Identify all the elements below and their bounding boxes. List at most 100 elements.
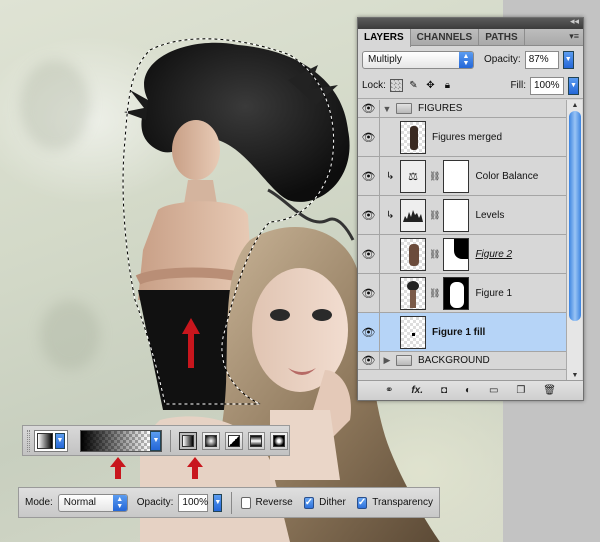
fill-dropdown-button[interactable]: ▼: [568, 76, 579, 95]
layers-panel: ◂◂ LAYERS CHANNELS PATHS ▾≡ Multiply ▲ ▼ …: [357, 16, 584, 401]
opacity-input[interactable]: 100%: [178, 493, 209, 512]
layer-name: Figures merged: [432, 131, 503, 143]
reflected-gradient-button[interactable]: [247, 431, 266, 450]
histogram-icon: [400, 198, 426, 232]
divider: [231, 491, 233, 514]
layer-name: Figure 2: [475, 248, 513, 260]
add-mask-icon[interactable]: ◘: [441, 385, 447, 396]
panel-tabs: LAYERS CHANNELS PATHS ▾≡: [358, 29, 583, 47]
scroll-up-icon[interactable]: ▲: [567, 100, 583, 110]
chevron-down-icon: ▼: [55, 432, 65, 449]
opacity-input[interactable]: 87%: [524, 50, 559, 69]
collapse-icon[interactable]: ◂◂: [570, 16, 579, 27]
dither-checkbox[interactable]: ✓: [303, 496, 315, 509]
gradient-options-bar: Mode: Normal ▲ ▼ Opacity: 100% ▼ Reverse …: [18, 487, 440, 518]
chain-link-icon[interactable]: ⛓︎: [429, 210, 440, 221]
updown-icon: ▲ ▼: [112, 494, 127, 511]
eye-icon[interactable]: 👁︎: [358, 274, 380, 312]
panel-title-bar[interactable]: ◂◂: [358, 16, 583, 29]
eye-icon[interactable]: 👁︎: [358, 313, 380, 351]
reverse-label: Reverse: [255, 497, 293, 508]
layer-name: Color Balance: [475, 170, 539, 182]
scroll-down-icon[interactable]: ▼: [567, 370, 583, 380]
layer-row[interactable]: 👁︎ ⛓︎ Figure 2: [358, 235, 566, 274]
chain-link-icon[interactable]: ⛓︎: [429, 171, 440, 182]
blend-row: Multiply ▲ ▼ Opacity: 87% ▼: [358, 46, 583, 73]
chain-link-icon[interactable]: ⛓︎: [429, 288, 440, 299]
layer-thumbnail: [400, 237, 426, 271]
layer-row[interactable]: 👁︎ ↳ ⛓︎ Levels: [358, 196, 566, 235]
tool-preset-button[interactable]: ▼: [33, 429, 68, 452]
diamond-gradient-button[interactable]: [270, 431, 288, 450]
new-layer-icon[interactable]: ❐: [516, 385, 525, 396]
chevron-right-icon[interactable]: ▶: [380, 355, 394, 366]
chain-link-icon[interactable]: ⛓︎: [429, 249, 440, 260]
layer-row[interactable]: 👁︎ ⛓︎ Figure 1: [358, 274, 566, 313]
opacity-dropdown-button[interactable]: ▼: [562, 50, 574, 69]
chevron-down-icon[interactable]: ▼: [150, 430, 162, 451]
move-icon[interactable]: ✥: [424, 79, 437, 92]
link-layers-icon[interactable]: ⚭: [385, 385, 393, 396]
layer-mask-thumbnail[interactable]: [443, 276, 470, 310]
layer-name: Levels: [475, 209, 505, 221]
reverse-checkbox[interactable]: [241, 496, 251, 509]
mode-value: Normal: [63, 497, 97, 508]
layer-thumbnail: [400, 315, 426, 349]
texture-stain: [40, 300, 100, 370]
scale-icon: ⚖︎: [400, 159, 426, 193]
layer-row[interactable]: 👁︎ Figures merged: [358, 118, 566, 157]
brush-icon[interactable]: ✎: [407, 79, 420, 92]
tab-channels[interactable]: CHANNELS: [411, 29, 480, 45]
eye-icon[interactable]: 👁︎: [358, 235, 380, 273]
updown-icon: ▲ ▼: [459, 51, 473, 68]
clipping-arrow-icon: ↳: [386, 209, 395, 221]
transparency-checkbox[interactable]: ✓: [356, 496, 368, 509]
gradient-tool-icon: [36, 432, 54, 449]
blend-mode-select[interactable]: Multiply ▲ ▼: [362, 50, 474, 69]
layer-thumbnail: [400, 276, 426, 310]
gradient-toolbar: ▼ ▼: [22, 425, 290, 456]
transparency-label: Transparency: [372, 497, 433, 508]
linear-gradient-button[interactable]: [179, 431, 198, 450]
fill-label: Fill:: [510, 80, 526, 91]
opacity-dropdown-button[interactable]: ▼: [213, 493, 223, 512]
new-group-icon[interactable]: ▭: [489, 385, 498, 396]
panel-menu-icon[interactable]: ▾≡: [569, 31, 579, 42]
clipping-arrow-icon: ↳: [386, 170, 395, 182]
eye-icon[interactable]: 👁︎: [358, 196, 380, 234]
toolbar-grip[interactable]: [27, 429, 30, 452]
eye-icon[interactable]: 👁︎: [358, 118, 380, 156]
gradient-preview[interactable]: [80, 430, 151, 451]
lock-transparent-icon[interactable]: [389, 79, 403, 92]
opacity-label: Opacity:: [484, 54, 521, 65]
gradient-picker[interactable]: ▼: [79, 429, 163, 452]
eye-icon[interactable]: 👁︎: [358, 157, 380, 195]
eye-icon[interactable]: 👁︎: [358, 352, 380, 369]
radial-gradient-button[interactable]: [202, 431, 220, 450]
layer-name: Figure 1: [475, 287, 513, 299]
scrollbar-thumb[interactable]: [569, 111, 581, 321]
mode-select[interactable]: Normal ▲ ▼: [57, 493, 128, 512]
red-arrow-up: [110, 457, 126, 479]
layer-mask-thumbnail[interactable]: [443, 159, 470, 193]
layer-row[interactable]: 👁︎ ▼ FIGURES: [358, 100, 566, 118]
trash-icon[interactable]: 🗑︎: [543, 385, 556, 396]
layer-row[interactable]: 👁︎ Figure 1 fill: [358, 313, 566, 352]
folder-icon: [396, 355, 412, 366]
lock-icon[interactable]: 🔒︎: [441, 79, 454, 92]
layer-style-icon[interactable]: fx.: [411, 385, 423, 396]
layers-scrollbar[interactable]: ▲ ▼: [566, 100, 582, 380]
mode-label: Mode:: [25, 497, 53, 508]
fill-input[interactable]: 100%: [530, 76, 564, 95]
angle-gradient-button[interactable]: [224, 431, 243, 450]
chevron-down-icon[interactable]: ▼: [380, 104, 394, 114]
tab-layers[interactable]: LAYERS: [358, 29, 411, 47]
panel-footer: ⚭ fx. ◘ ◐ ▭ ❐ 🗑︎: [358, 380, 583, 400]
adjustment-layer-icon[interactable]: ◐: [465, 385, 471, 396]
layer-mask-thumbnail[interactable]: [443, 198, 470, 232]
layer-row[interactable]: 👁︎ ▶ BACKGROUND: [358, 352, 566, 370]
layer-mask-thumbnail[interactable]: [443, 237, 470, 271]
tab-paths[interactable]: PATHS: [479, 29, 525, 45]
eye-icon[interactable]: 👁︎: [358, 100, 380, 117]
layer-row[interactable]: 👁︎ ↳ ⚖︎ ⛓︎ Color Balance: [358, 157, 566, 196]
